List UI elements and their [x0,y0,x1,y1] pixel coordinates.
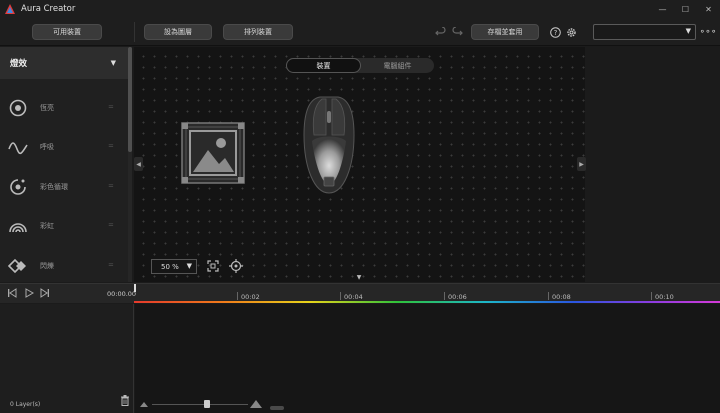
more-options-icon[interactable]: ∘∘∘ [700,26,717,38]
effect-label: 恆亮 [40,104,54,112]
strobe-icon [8,258,26,274]
timeline-tracks[interactable] [135,304,720,413]
aura-logo-icon [5,4,15,14]
effects-panel: 燈效 ▼ 恆亮 = 呼吸 = 彩色循環 = 彩虹 = 閃爍 = [0,47,130,282]
canvas-tabs: 裝置 電腦組件 [286,58,434,73]
drag-handle-icon[interactable]: = [108,182,114,190]
chevron-down-icon: ▼ [186,262,192,270]
window-title: Aura Creator [21,4,76,14]
center-view-icon[interactable] [229,259,243,273]
drag-handle-icon[interactable]: = [108,142,114,150]
gaming-mouse-device[interactable] [300,95,358,195]
ruler-tick-label: 00:04 [344,293,363,301]
rainbow-icon [9,223,27,233]
zoom-select[interactable]: 50 % ▼ [151,259,197,274]
ruler-tick-label: 00:02 [241,293,260,301]
current-time: 00:00.00 [107,290,137,298]
effects-header[interactable]: 燈效 ▼ [0,47,130,79]
effect-item-breathing[interactable]: 呼吸 = [0,127,128,167]
svg-text:?: ? [553,29,557,37]
layers-count: 0 Layer(s) [10,401,41,408]
ruler-tick [340,292,341,300]
ruler-tick-label: 00:10 [655,293,674,301]
expand-right-panel-icon[interactable]: ▶ [577,157,586,171]
tab-pc-components[interactable]: 電腦組件 [361,58,434,73]
effects-scrollbar[interactable] [128,47,132,152]
fit-to-screen-icon[interactable] [206,259,220,273]
drag-handle-icon[interactable]: = [108,261,114,269]
collapse-left-panel-icon[interactable]: ◀ [134,157,143,171]
ruler-tick [444,292,445,300]
effect-label: 呼吸 [40,143,54,151]
close-icon[interactable]: ✕ [697,0,720,18]
undo-icon[interactable] [434,26,446,38]
settings-gear-icon[interactable] [565,26,577,38]
trash-icon[interactable] [120,395,130,406]
zoom-value: 50 % [161,262,179,271]
effect-label: 彩虹 [40,222,54,230]
toolbar: 可用裝置 設為圖層 排列裝置 存檔並套用 ? ▼ ∘∘∘ [0,18,720,46]
help-icon[interactable]: ? [549,26,561,38]
effect-item-rainbow[interactable]: 彩虹 = [0,206,128,246]
save-and-apply-button[interactable]: 存檔並套用 [471,24,539,40]
toolbar-divider [134,22,135,42]
timeline-scrollbar[interactable] [270,406,284,410]
playhead-handle[interactable] [134,284,136,292]
breathing-icon [8,142,28,155]
title-bar: Aura Creator — ☐ ✕ [0,0,720,18]
profile-dropdown[interactable]: ▼ [593,24,696,40]
static-icon [9,99,27,117]
aura-creator-window: Aura Creator — ☐ ✕ 可用裝置 設為圖層 排列裝置 存檔並套用 … [0,0,720,413]
ruler-tick [651,292,652,300]
collapse-timeline-icon[interactable]: ▼ [352,273,366,282]
maximize-icon[interactable]: ☐ [674,0,697,18]
drag-handle-icon[interactable]: = [108,221,114,229]
ruler-tick [237,292,238,300]
effect-item-color-cycle[interactable]: 彩色循環 = [0,167,128,207]
effect-item-static[interactable]: 恆亮 = [0,88,128,128]
chevron-down-icon: ▼ [685,27,691,35]
effect-label: 閃爍 [40,262,54,270]
image-placeholder-icon[interactable] [181,122,245,184]
effect-item-strobe[interactable]: 閃爍 = [0,246,128,286]
skip-to-start-icon[interactable] [6,287,18,299]
ruler-tick-label: 00:06 [448,293,467,301]
arrange-devices-button[interactable]: 排列裝置 [223,24,293,40]
properties-panel [586,47,720,282]
skip-to-end-icon[interactable] [39,287,51,299]
play-icon[interactable] [23,287,35,299]
effects-title: 燈效 [10,59,28,69]
minimize-icon[interactable]: — [651,0,674,18]
color-cycle-icon [10,179,26,195]
effect-label: 彩色循環 [40,183,68,191]
chevron-down-icon: ▼ [110,59,116,67]
tab-devices[interactable]: 裝置 [286,58,361,73]
ruler-tick [548,292,549,300]
ruler-tick-label: 00:08 [552,293,571,301]
timeline-zoom-slider[interactable] [138,398,263,410]
drag-handle-icon[interactable]: = [108,103,114,111]
available-devices-button[interactable]: 可用裝置 [32,24,102,40]
redo-icon[interactable] [451,26,463,38]
timeline-color-strip [134,301,720,303]
layers-panel [0,304,134,413]
set-as-layer-button[interactable]: 設為圖層 [144,24,212,40]
